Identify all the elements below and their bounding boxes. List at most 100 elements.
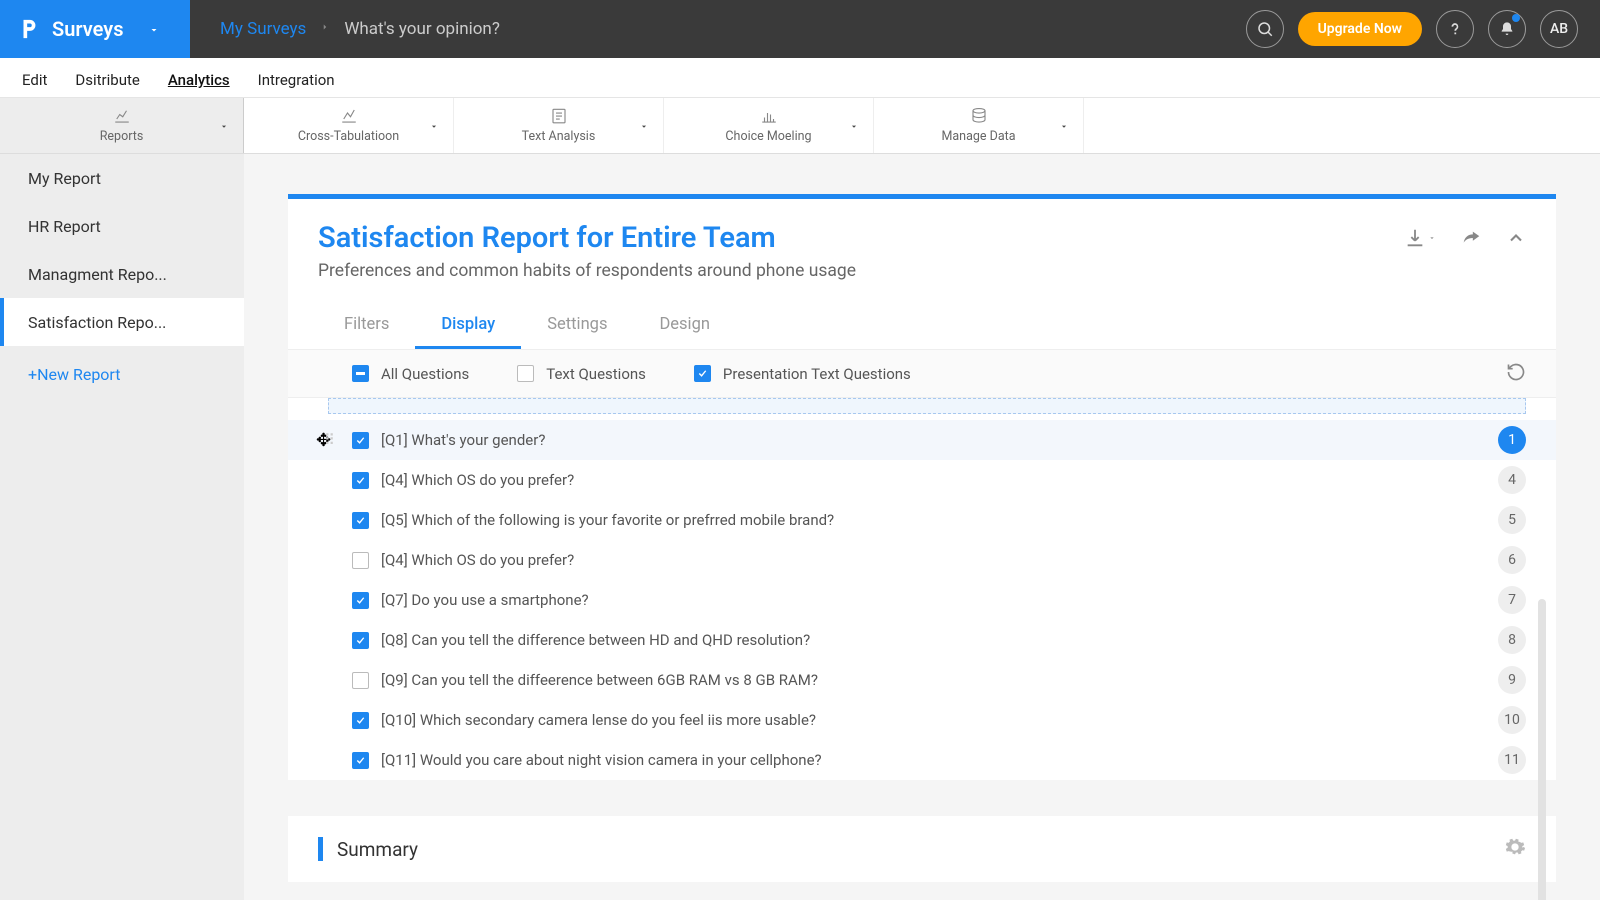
drop-target[interactable] <box>328 398 1526 414</box>
sidebar-item-hr-report[interactable]: HR Report <box>0 202 244 250</box>
checkbox-checked-icon[interactable] <box>352 752 369 769</box>
chevron-down-icon <box>1059 116 1069 135</box>
brand-menu[interactable]: Surveys <box>0 0 190 58</box>
report-header: Satisfaction Report for Entire Team <box>288 221 1556 255</box>
checkbox-unchecked-icon <box>517 365 534 382</box>
filter-all-questions[interactable]: All Questions <box>352 365 469 383</box>
checkbox-unchecked-icon[interactable] <box>352 672 369 689</box>
drag-handle-icon[interactable]: ⠿ <box>324 431 335 449</box>
question-order-badge: 5 <box>1498 506 1526 534</box>
tab-analytics[interactable]: Analytics <box>154 63 244 97</box>
chevron-down-icon <box>639 116 649 135</box>
checkbox-checked-icon[interactable] <box>352 712 369 729</box>
share-button[interactable] <box>1460 221 1482 255</box>
filter-presentation-text[interactable]: Presentation Text Questions <box>694 365 911 383</box>
question-row[interactable]: ✥⠿[Q1] What's your gender?1 <box>288 420 1556 460</box>
summary-settings-button[interactable] <box>1504 836 1526 862</box>
primary-tabs: Edit Dsitribute Analytics Intregration <box>0 58 1600 98</box>
sidebar-new-report[interactable]: +New Report <box>0 346 244 402</box>
tool-label: Manage Data <box>941 129 1015 144</box>
search-button[interactable] <box>1246 10 1284 48</box>
filter-text-questions[interactable]: Text Questions <box>517 365 646 383</box>
collapse-button[interactable] <box>1506 221 1526 255</box>
notifications-button[interactable] <box>1488 10 1526 48</box>
upgrade-button[interactable]: Upgrade Now <box>1298 12 1422 46</box>
logo-icon <box>18 18 40 40</box>
checkbox-checked-icon[interactable] <box>352 632 369 649</box>
sidebar-item-management-report[interactable]: Managment Repo... <box>0 250 244 298</box>
text-analysis-icon <box>549 107 569 125</box>
question-label: [Q8] Can you tell the difference between… <box>381 631 810 649</box>
question-order-badge: 11 <box>1498 746 1526 774</box>
checkbox-checked-icon[interactable] <box>352 512 369 529</box>
question-order-badge: 10 <box>1498 706 1526 734</box>
crosstab-chart-icon <box>338 107 360 125</box>
question-order-badge: 7 <box>1498 586 1526 614</box>
checkbox-indeterminate-icon <box>352 365 369 382</box>
question-row[interactable]: ⠿[Q7] Do you use a smartphone?7 <box>288 580 1556 620</box>
tool-reports[interactable]: Reports <box>0 98 244 153</box>
question-label: [Q11] Would you care about night vision … <box>381 751 822 769</box>
chevron-down-icon <box>849 116 859 135</box>
help-button[interactable] <box>1436 10 1474 48</box>
report-subtitle: Preferences and common habits of respond… <box>288 261 1556 281</box>
inner-tab-design[interactable]: Design <box>633 303 735 349</box>
reset-button[interactable] <box>1506 362 1526 386</box>
question-order-badge: 9 <box>1498 666 1526 694</box>
sidebar-item-my-report[interactable]: My Report <box>0 154 244 202</box>
checkbox-checked-icon <box>694 365 711 382</box>
question-row[interactable]: ⠿[Q11] Would you care about night vision… <box>288 740 1556 780</box>
chevron-down-icon <box>429 116 439 135</box>
inner-tab-display[interactable]: Display <box>415 303 521 349</box>
scrollbar[interactable] <box>1538 599 1546 900</box>
reset-icon <box>1506 362 1526 382</box>
question-order-badge: 6 <box>1498 546 1526 574</box>
summary-accent-bar <box>318 837 323 861</box>
question-row[interactable]: ⠿[Q5] Which of the following is your fav… <box>288 500 1556 540</box>
question-label: [Q7] Do you use a smartphone? <box>381 591 589 609</box>
question-order-badge: 1 <box>1498 426 1526 454</box>
checkbox-checked-icon[interactable] <box>352 472 369 489</box>
question-row[interactable]: ⠿[Q4] Which OS do you prefer?6 <box>288 540 1556 580</box>
question-row[interactable]: ⠿[Q8] Can you tell the difference betwee… <box>288 620 1556 660</box>
chevron-down-icon <box>1428 234 1436 242</box>
filter-label: Text Questions <box>546 365 646 383</box>
tool-crosstab[interactable]: Cross-Tabulatioon <box>244 98 454 153</box>
question-row[interactable]: ⠿[Q4] Which OS do you prefer?4 <box>288 460 1556 500</box>
tool-manage-data[interactable]: Manage Data <box>874 98 1084 153</box>
checkbox-checked-icon[interactable] <box>352 432 369 449</box>
tool-label: Cross-Tabulatioon <box>298 129 399 144</box>
analytics-toolbar: Reports Cross-Tabulatioon Text Analysis … <box>0 98 1600 154</box>
sidebar: My Report HR Report Managment Repo... Sa… <box>0 154 244 900</box>
brand-label: Surveys <box>52 17 123 41</box>
tool-text-analysis[interactable]: Text Analysis <box>454 98 664 153</box>
sidebar-item-satisfaction-report[interactable]: Satisfaction Repo... <box>0 298 244 346</box>
tool-choice-modeling[interactable]: Choice Moeling <box>664 98 874 153</box>
filter-label: All Questions <box>381 365 469 383</box>
question-row[interactable]: ⠿[Q10] Which secondary camera lense do y… <box>288 700 1556 740</box>
checkbox-unchecked-icon[interactable] <box>352 552 369 569</box>
question-row[interactable]: ⠿[Q9] Can you tell the diffeerence betwe… <box>288 660 1556 700</box>
checkbox-checked-icon[interactable] <box>352 592 369 609</box>
question-order-badge: 4 <box>1498 466 1526 494</box>
user-avatar[interactable]: AB <box>1540 10 1578 48</box>
tab-edit[interactable]: Edit <box>8 63 61 97</box>
chevron-down-icon <box>219 116 229 135</box>
breadcrumb: My Surveys What's your opinion? <box>190 19 500 39</box>
question-icon <box>1448 20 1462 38</box>
choice-modeling-icon <box>758 107 780 125</box>
tab-integration[interactable]: Intregration <box>244 63 349 97</box>
inner-tab-settings[interactable]: Settings <box>521 303 633 349</box>
question-list: ✥⠿[Q1] What's your gender?1⠿[Q4] Which O… <box>288 398 1556 780</box>
report-title: Satisfaction Report for Entire Team <box>318 221 776 255</box>
breadcrumb-current: What's your opinion? <box>344 19 500 39</box>
topbar: Surveys My Surveys What's your opinion? … <box>0 0 1600 58</box>
download-button[interactable] <box>1404 221 1436 255</box>
tab-distribute[interactable]: Dsitribute <box>61 63 153 97</box>
summary-title: Summary <box>337 838 418 861</box>
share-icon <box>1460 227 1482 249</box>
tool-label: Text Analysis <box>522 129 596 144</box>
summary-header: Summary <box>318 836 1526 862</box>
inner-tab-filters[interactable]: Filters <box>318 303 415 349</box>
breadcrumb-root[interactable]: My Surveys <box>220 19 306 39</box>
